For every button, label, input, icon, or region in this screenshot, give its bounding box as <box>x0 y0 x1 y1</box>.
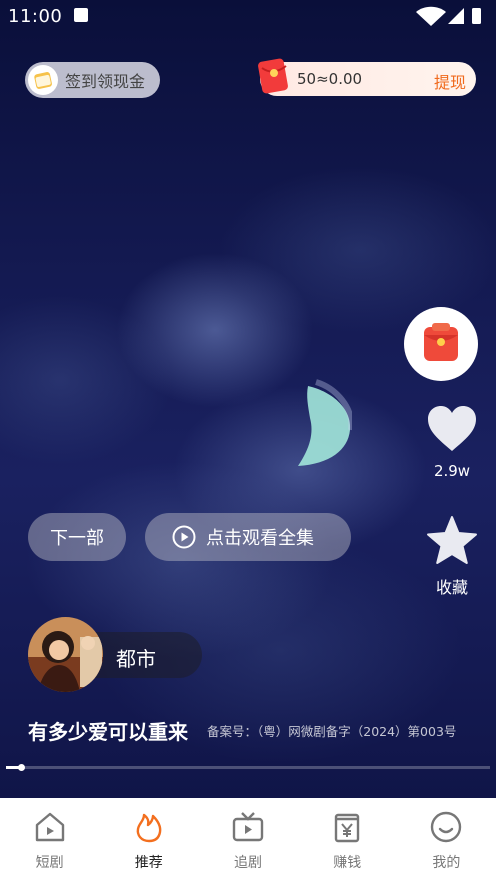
signal-battery-icons <box>416 6 481 26</box>
progress-bar[interactable] <box>6 764 490 771</box>
nav-item-recommend[interactable]: 推荐 <box>99 798 198 881</box>
watch-all-label: 点击观看全集 <box>206 528 314 549</box>
nav-item-earn[interactable]: 赚钱 <box>298 798 397 881</box>
nav-label-earn: 赚钱 <box>333 855 362 871</box>
reward-balance-text: 50≈0.00 <box>297 70 363 88</box>
progress-handle[interactable] <box>17 764 25 771</box>
record-number: 备案号：（粤）网微剧备字（2024）第003号 <box>207 724 457 739</box>
calendar-icon <box>28 65 58 95</box>
withdraw-button[interactable]: 提现 <box>434 69 466 93</box>
genre-label: 都市 <box>116 647 156 671</box>
moon-image <box>298 379 352 466</box>
nav-item-following[interactable]: 追剧 <box>198 798 297 881</box>
star-icon <box>427 516 477 564</box>
play-circle-icon <box>172 525 196 549</box>
drama-poster-avatar[interactable] <box>28 617 103 692</box>
checkin-label: 签到领现金 <box>65 72 146 91</box>
like-button[interactable]: 2.9w <box>424 405 480 485</box>
nav-label-shorts: 短剧 <box>35 855 64 871</box>
smile-icon <box>431 811 462 843</box>
home-icon <box>35 812 64 842</box>
status-bar: 11:00 <box>0 0 496 32</box>
notification-icon <box>74 8 88 22</box>
red-envelope-icon <box>258 58 288 94</box>
drama-title: 有多少爱可以重来 <box>28 720 188 744</box>
next-drama-label: 下一部 <box>50 528 104 549</box>
yen-card-icon <box>335 813 360 843</box>
red-packet-icon <box>424 323 458 361</box>
next-drama-button[interactable]: 下一部 <box>28 513 126 561</box>
app-screen: 11:00 签到领现金 50≈0.00 提现 2.9w 收藏 下一部 点击观看全… <box>0 0 496 881</box>
favorite-button[interactable]: 收藏 <box>422 515 482 597</box>
poster-image <box>28 617 103 692</box>
status-time: 11:00 <box>8 6 63 27</box>
nav-label-following: 追剧 <box>234 855 262 871</box>
flame-icon <box>136 813 162 843</box>
reward-balance-bar[interactable]: 50≈0.00 提现 <box>258 58 476 96</box>
favorite-label: 收藏 <box>435 578 468 597</box>
nav-label-profile: 我的 <box>432 855 461 871</box>
red-packet-button[interactable] <box>404 307 478 381</box>
tv-icon <box>232 812 264 842</box>
checkin-button[interactable]: 签到领现金 <box>25 62 160 98</box>
bottom-nav: 短剧 推荐 追剧 赚钱 我的 <box>0 798 496 881</box>
watch-all-button[interactable]: 点击观看全集 <box>145 513 351 561</box>
nav-item-shorts[interactable]: 短剧 <box>0 798 99 881</box>
nav-item-profile[interactable]: 我的 <box>397 798 496 881</box>
like-count: 2.9w <box>433 462 471 480</box>
heart-icon <box>428 406 476 451</box>
nav-label-recommend: 推荐 <box>134 855 163 871</box>
